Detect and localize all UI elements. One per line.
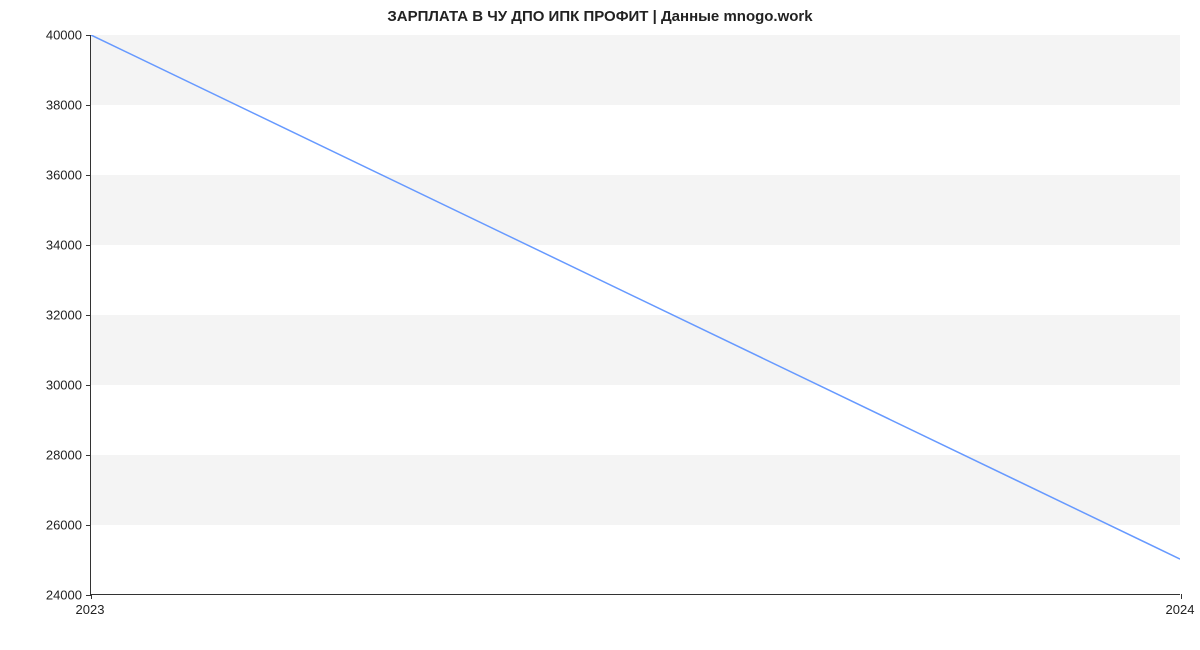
- x-tick-mark: [1181, 594, 1182, 599]
- x-tick-mark: [91, 594, 92, 599]
- y-tick-label: 32000: [12, 308, 82, 323]
- plot-area: [90, 35, 1180, 595]
- grid-band: [91, 175, 1180, 245]
- y-tick-label: 34000: [12, 238, 82, 253]
- y-tick-mark: [86, 245, 91, 246]
- y-tick-label: 24000: [12, 588, 82, 603]
- grid-band: [91, 455, 1180, 525]
- y-tick-label: 26000: [12, 518, 82, 533]
- y-tick-label: 28000: [12, 448, 82, 463]
- chart-title: ЗАРПЛАТА В ЧУ ДПО ИПК ПРОФИТ | Данные mn…: [0, 8, 1200, 25]
- y-tick-mark: [86, 455, 91, 456]
- y-tick-label: 40000: [12, 28, 82, 43]
- y-tick-mark: [86, 175, 91, 176]
- grid-band: [91, 315, 1180, 385]
- y-tick-label: 30000: [12, 378, 82, 393]
- y-tick-mark: [86, 315, 91, 316]
- y-tick-mark: [86, 525, 91, 526]
- y-tick-mark: [86, 35, 91, 36]
- y-tick-mark: [86, 385, 91, 386]
- x-tick-label: 2023: [76, 602, 105, 617]
- y-tick-label: 38000: [12, 98, 82, 113]
- grid-band: [91, 35, 1180, 105]
- y-tick-mark: [86, 105, 91, 106]
- x-tick-label: 2024: [1166, 602, 1195, 617]
- y-tick-label: 36000: [12, 168, 82, 183]
